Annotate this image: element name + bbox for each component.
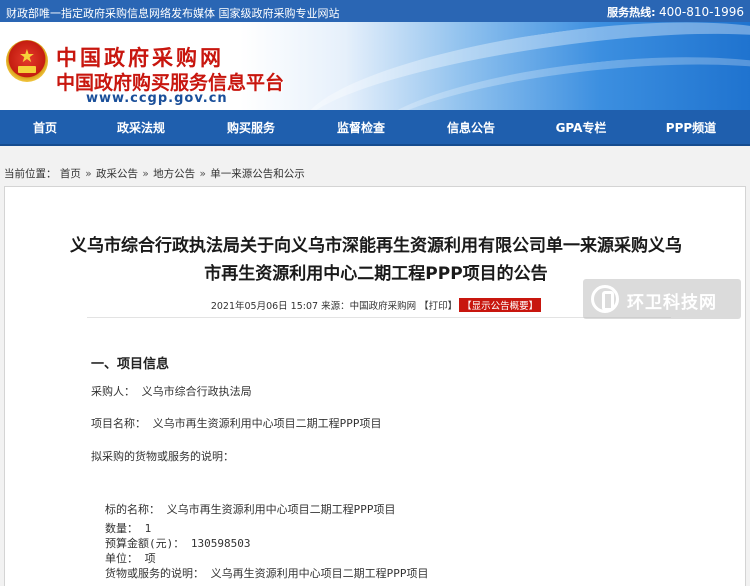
top-info-bar: 财政部唯一指定政府采购信息网络发布媒体 国家级政府采购专业网站 服务热线: 40… xyxy=(0,0,750,22)
section-title: 一、项目信息 xyxy=(91,357,170,372)
watermark: 环卫科技网 xyxy=(583,279,741,319)
nav-item-gpa[interactable]: GPA专栏 xyxy=(526,110,636,146)
lot-desc-line: 货物或服务的说明： 义乌再生资源利用中心项目二期工程PPP项目 xyxy=(105,567,429,580)
site-tagline: 财政部唯一指定政府采购信息网络发布媒体 国家级政府采购专业网站 xyxy=(6,7,340,20)
breadcrumb-separator: » xyxy=(142,168,149,180)
nav-item-home[interactable]: 首页 xyxy=(0,110,100,146)
header-banner: ★ 中国政府采购网 中国政府购买服务信息平台 www.ccgp.gov.cn xyxy=(0,22,750,110)
site-url: www.ccgp.gov.cn xyxy=(86,91,228,106)
breadcrumb-separator: » xyxy=(85,168,92,180)
publish-date: 2021年05月06日 15:07 xyxy=(210,301,319,312)
national-emblem-icon: ★ xyxy=(6,40,48,82)
nav-item-supervision[interactable]: 监督检查 xyxy=(306,110,416,146)
breadcrumb-prefix: 当前位置： xyxy=(4,168,57,180)
article-source: 来源：中国政府采购网 xyxy=(321,301,417,312)
hotline: 服务热线: 400-810-1996 xyxy=(607,4,744,20)
breadcrumb-link-single-source[interactable]: 单一来源公告和公示 xyxy=(210,168,305,180)
breadcrumb-link-home[interactable]: 首页 xyxy=(60,168,81,180)
show-summary-button[interactable]: 【显示公告概要】 xyxy=(459,298,542,312)
watermark-text: 环卫科技网 xyxy=(627,293,717,313)
breadcrumb-separator: » xyxy=(199,168,206,180)
breadcrumb-link-local[interactable]: 地方公告 xyxy=(153,168,195,180)
print-link[interactable]: 【打印】 xyxy=(419,301,457,312)
hotline-number: 400-810-1996 xyxy=(658,5,744,19)
article-panel: 义乌市综合行政执法局关于向义乌市深能再生资源利用有限公司单一来源采购义乌 市再生… xyxy=(4,186,746,586)
nav-item-regulations[interactable]: 政采法规 xyxy=(86,110,196,146)
main-nav: 首页 政采法规 购买服务 监督检查 信息公告 GPA专栏 PPP频道 xyxy=(0,110,750,146)
lot-unit-line: 单位： 项 xyxy=(105,552,156,565)
article-title-line: 义乌市综合行政执法局关于向义乌市深能再生资源利用有限公司单一来源采购义乌 xyxy=(70,236,682,256)
lot-name-line: 标的名称： 义乌市再生资源利用中心项目二期工程PPP项目 xyxy=(105,503,396,516)
nav-item-services[interactable]: 购买服务 xyxy=(196,110,306,146)
nav-item-ppp[interactable]: PPP频道 xyxy=(636,110,746,146)
huanwei-logo-icon xyxy=(591,285,619,313)
lot-budget-line: 预算金额(元)： 130598503 xyxy=(105,537,251,550)
nav-item-announcements[interactable]: 信息公告 xyxy=(416,110,526,146)
breadcrumb-link-notices[interactable]: 政采公告 xyxy=(96,168,138,180)
breadcrumb: 当前位置： 首页 » 政采公告 » 地方公告 » 单一来源公告和公示 xyxy=(4,166,305,181)
purchaser-line: 采购人： 义乌市综合行政执法局 xyxy=(91,385,252,398)
goods-desc-label: 拟采购的货物或服务的说明： xyxy=(91,450,234,463)
lot-quantity-line: 数量： 1 xyxy=(105,522,152,535)
project-name-line: 项目名称： 义乌市再生资源利用中心项目二期工程PPP项目 xyxy=(91,417,382,430)
hotline-label: 服务热线: xyxy=(607,6,656,19)
